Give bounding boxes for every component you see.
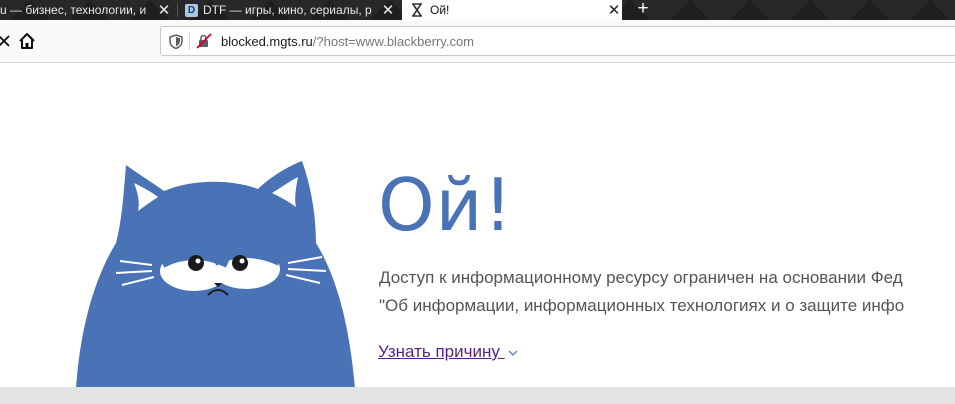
new-tab-button[interactable]: + — [632, 0, 654, 20]
tracking-shield-icon[interactable] — [169, 34, 183, 49]
tab-dtf[interactable]: D DTF — игры, кино, сериалы, р ✕ — [180, 0, 396, 20]
insecure-lock-icon[interactable] — [196, 33, 212, 49]
tab-title: DTF — игры, кино, сериалы, р — [203, 3, 372, 17]
tab-separator — [177, 3, 178, 17]
page-title: Ой! — [378, 163, 514, 247]
tab-title: Ой! — [430, 3, 450, 17]
block-message: Доступ к информационному ресурсу огранич… — [379, 264, 955, 320]
home-icon[interactable] — [18, 32, 36, 50]
learn-reason-label: Узнать причину — [378, 342, 500, 361]
sad-cat-illustration — [76, 161, 355, 387]
block-message-line: Доступ к информационному ресурсу огранич… — [379, 268, 903, 287]
tab-strip: u — бизнес, технологии, и ✕ D DTF — игры… — [0, 0, 955, 20]
close-tab-icon[interactable]: ✕ — [380, 1, 396, 19]
tab-active-oi[interactable]: Ой! ✕ — [402, 0, 622, 20]
url-domain: blocked.mgts.ru — [221, 34, 313, 49]
close-tab-icon[interactable]: ✕ — [156, 1, 172, 19]
tab-vc[interactable]: u — бизнес, технологии, и ✕ — [0, 0, 172, 20]
block-message-line: "Об информации, информационных технологи… — [379, 296, 905, 315]
url-separator — [189, 32, 190, 50]
url-bar[interactable]: blocked.mgts.ru/?host=www.blackberry.com — [160, 26, 955, 56]
hourglass-icon — [412, 3, 422, 17]
url-text[interactable]: blocked.mgts.ru/?host=www.blackberry.com — [221, 34, 474, 49]
footer-band — [0, 387, 955, 404]
chevron-down-icon — [508, 350, 518, 356]
url-path: /?host=www.blackberry.com — [312, 34, 475, 49]
navigation-bar: blocked.mgts.ru/?host=www.blackberry.com — [0, 20, 955, 63]
reload-icon[interactable] — [0, 32, 13, 50]
learn-reason-link[interactable]: Узнать причину — [378, 342, 518, 362]
tab-title: u — бизнес, технологии, и — [0, 3, 147, 17]
dtf-favicon-icon: D — [185, 3, 198, 17]
close-tab-icon[interactable]: ✕ — [606, 1, 622, 19]
blocked-page: Ой! Доступ к информационному ресурсу огр… — [0, 63, 955, 387]
